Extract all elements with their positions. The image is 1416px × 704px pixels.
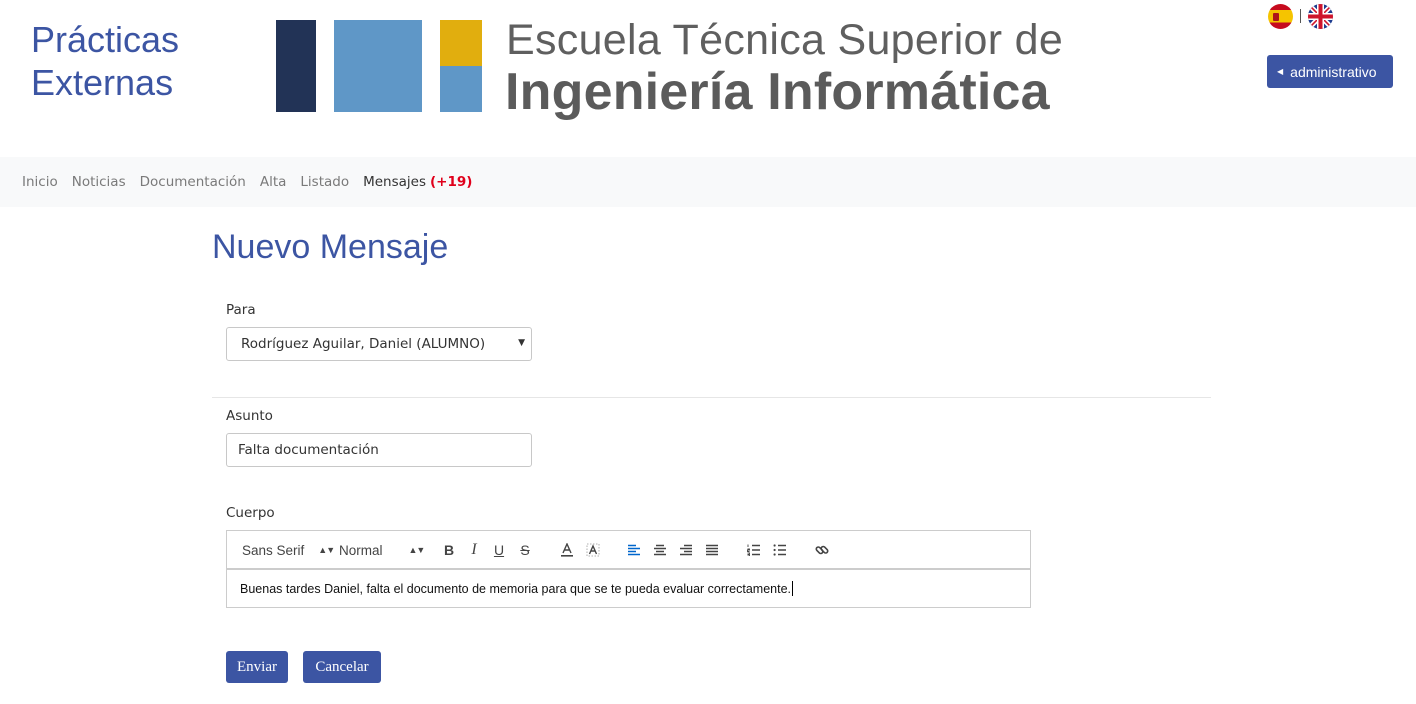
main-nav: Inicio Noticias Documentación Alta Lista… bbox=[0, 157, 1416, 207]
cancel-button[interactable]: Cancelar bbox=[303, 651, 381, 683]
background-color-icon[interactable] bbox=[584, 531, 602, 569]
font-size-value: Normal bbox=[339, 542, 383, 558]
font-family-picker[interactable]: Sans Serif ▲▼ bbox=[242, 531, 335, 569]
send-button[interactable]: Enviar bbox=[226, 651, 288, 683]
nav-item-mensajes-label: Mensajes bbox=[363, 174, 426, 190]
ordered-list-icon[interactable] bbox=[745, 531, 763, 569]
underline-icon[interactable]: U bbox=[490, 531, 508, 569]
strike-icon[interactable]: S bbox=[516, 531, 534, 569]
body-label: Cuerpo bbox=[226, 505, 275, 521]
page-title: Nuevo Mensaje bbox=[212, 228, 449, 266]
italic-icon[interactable]: I bbox=[465, 531, 483, 569]
nav-item-noticias[interactable]: Noticias bbox=[72, 174, 126, 190]
language-selector bbox=[1268, 3, 1333, 29]
font-size-picker[interactable]: Normal ▲▼ bbox=[339, 531, 426, 569]
align-center-icon[interactable] bbox=[651, 531, 669, 569]
language-separator bbox=[1300, 9, 1301, 23]
recipient-select[interactable]: Rodríguez Aguilar, Daniel (ALUMNO) ▼ bbox=[226, 327, 532, 361]
dropdown-arrow-icon: ▼ bbox=[518, 338, 525, 348]
text-cursor bbox=[792, 581, 794, 596]
nav-item-alta[interactable]: Alta bbox=[260, 174, 287, 190]
text-color-icon[interactable] bbox=[558, 531, 576, 569]
picker-arrows-icon: ▲▼ bbox=[318, 545, 335, 555]
nav-item-documentacion[interactable]: Documentación bbox=[140, 174, 246, 190]
user-menu-label: administrativo bbox=[1290, 63, 1377, 80]
align-justify-icon[interactable] bbox=[703, 531, 721, 569]
subject-label: Asunto bbox=[226, 408, 273, 424]
divider bbox=[212, 397, 1211, 398]
subject-input[interactable] bbox=[226, 433, 532, 467]
align-left-icon[interactable] bbox=[625, 531, 643, 569]
nav-item-inicio[interactable]: Inicio bbox=[22, 174, 58, 190]
align-right-icon[interactable] bbox=[677, 531, 695, 569]
picker-arrows-icon: ▲▼ bbox=[408, 545, 426, 555]
uk-flag-icon[interactable] bbox=[1308, 3, 1333, 29]
font-family-value: Sans Serif bbox=[242, 542, 305, 558]
message-body-text: Buenas tardes Daniel, falta el documento… bbox=[240, 581, 792, 596]
logo-line2: Ingeniería Informática bbox=[505, 63, 1050, 121]
message-body-editor[interactable]: Buenas tardes Daniel, falta el documento… bbox=[226, 569, 1031, 608]
logo-line1: Escuela Técnica Superior de bbox=[506, 16, 1064, 64]
user-menu-button[interactable]: ◀ administrativo bbox=[1267, 55, 1393, 88]
bullet-list-icon[interactable] bbox=[771, 531, 789, 569]
link-icon[interactable] bbox=[813, 531, 831, 569]
recipient-select-value: Rodríguez Aguilar, Daniel (ALUMNO) bbox=[241, 336, 486, 352]
to-label: Para bbox=[226, 302, 256, 318]
school-logo: Escuela Técnica Superior de Ingeniería I… bbox=[276, 16, 1106, 138]
caret-left-icon: ◀ bbox=[1277, 67, 1284, 76]
spain-flag-icon[interactable] bbox=[1268, 3, 1293, 29]
unread-count-badge: (+19) bbox=[430, 174, 473, 190]
nav-item-mensajes[interactable]: Mensajes (+19) bbox=[363, 174, 472, 190]
site-title[interactable]: Prácticas Externas bbox=[31, 18, 231, 104]
nav-item-listado[interactable]: Listado bbox=[300, 174, 349, 190]
bold-icon[interactable]: B bbox=[440, 531, 458, 569]
editor-toolbar: Sans Serif ▲▼ Normal ▲▼ B I U S bbox=[226, 530, 1031, 569]
